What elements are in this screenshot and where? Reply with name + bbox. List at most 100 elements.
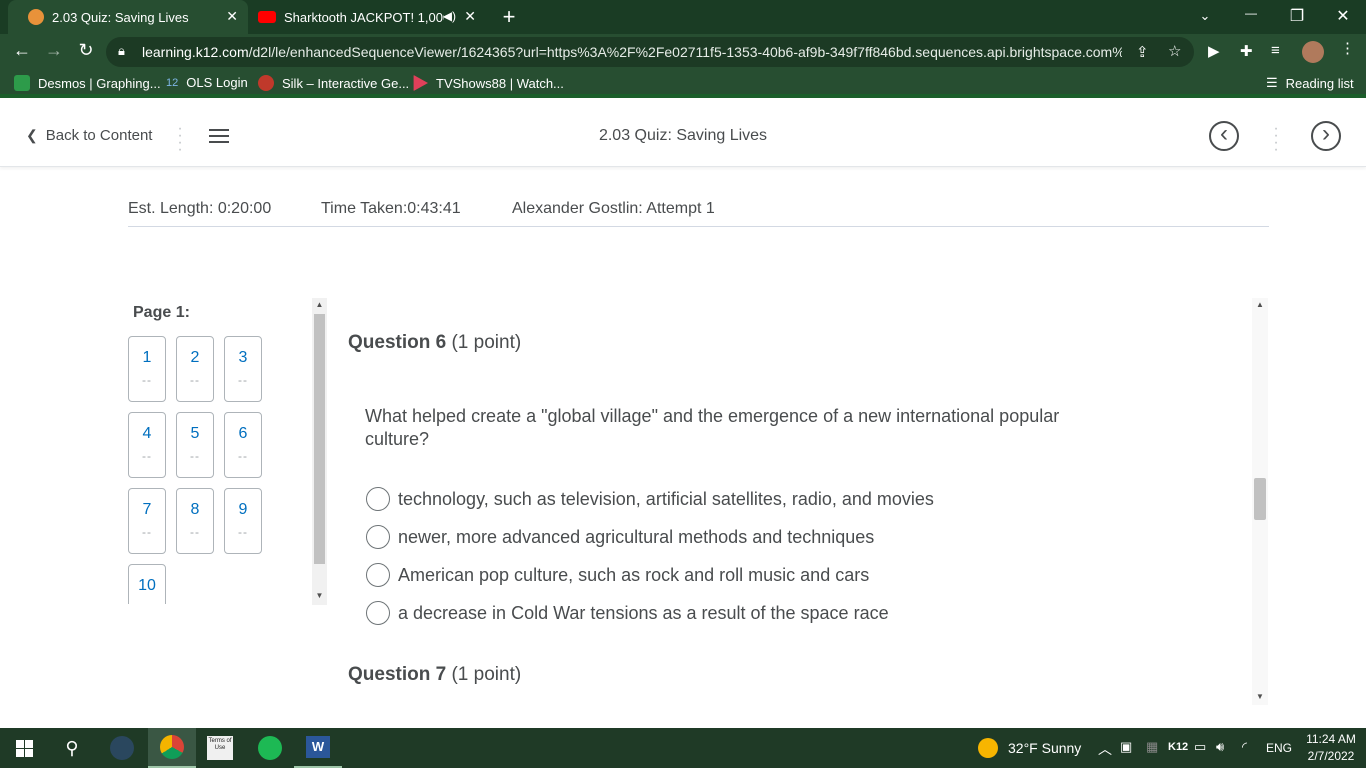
radio-button[interactable] xyxy=(366,525,390,549)
k12-icon: 12 xyxy=(166,76,179,89)
network-icon[interactable]: ▣ xyxy=(1120,739,1132,755)
question-number: 8 xyxy=(190,501,200,518)
reading-list-button[interactable]: ☰ Reading list xyxy=(1266,75,1354,91)
tab-close-icon[interactable]: ✕ xyxy=(464,8,476,25)
answer-option-2[interactable]: newer, more advanced agricultural method… xyxy=(366,524,874,550)
restore-button[interactable]: ❐ xyxy=(1282,6,1312,26)
terms-label: Terms of Use xyxy=(207,736,233,760)
question-status: -- xyxy=(129,601,165,604)
question-label: Question 6 xyxy=(348,332,447,353)
windows-taskbar: ⚲ Terms of Use W 32°F Sunny ︿ ▣ ▦ K12 ▭ … xyxy=(0,728,1366,768)
question-7-heading: Question 7 (1 point) xyxy=(348,664,521,686)
url-host: learning.k12.com xyxy=(142,44,249,60)
question-grid: 1 -- 2 -- 3 -- 4 -- 5 -- 6 -- 7 -- 8 -- 9 -- 10 -- xyxy=(128,336,268,604)
terms-of-use-icon[interactable]: Terms of Use xyxy=(196,728,244,768)
bookmark-tvshows88[interactable]: TVShows88 | Watch... xyxy=(412,75,564,91)
forward-arrow-icon[interactable]: → xyxy=(42,40,66,61)
previous-button[interactable]: ‹ xyxy=(1209,121,1239,151)
question-nav-6[interactable]: 6 -- xyxy=(224,412,262,478)
weather-text[interactable]: 32°F Sunny xyxy=(1008,740,1081,756)
battery-icon[interactable]: ▭ xyxy=(1194,739,1206,755)
show-hidden-icons-chevron-icon[interactable]: ︿ xyxy=(1098,739,1112,759)
media-control-icon[interactable]: ≡ xyxy=(1271,42,1280,59)
next-button[interactable]: › xyxy=(1311,121,1341,151)
question-nav-3[interactable]: 3 -- xyxy=(224,336,262,402)
scrollbar-thumb[interactable] xyxy=(314,314,325,564)
back-arrow-icon[interactable]: ← xyxy=(10,40,34,61)
question-scrollbar[interactable]: ▲ ▼ xyxy=(1252,298,1268,705)
chrome-menu-icon[interactable]: ⋮ xyxy=(1340,39,1355,57)
question-nav-2[interactable]: 2 -- xyxy=(176,336,214,402)
search-icon[interactable]: ⚲ xyxy=(48,728,96,768)
clock-time: 11:24 AM xyxy=(1306,732,1356,746)
word-icon[interactable]: W xyxy=(294,728,342,768)
bookmark-label: Silk – Interactive Ge... xyxy=(282,75,410,91)
audio-playing-icon[interactable]: ◀) xyxy=(443,9,456,23)
radio-button[interactable] xyxy=(366,601,390,625)
reading-list-label: Reading list xyxy=(1285,75,1354,91)
bookmark-ols-login[interactable]: 12 OLS Login xyxy=(166,75,248,90)
scroll-up-arrow-icon[interactable]: ▲ xyxy=(312,300,327,309)
est-length: Est. Length: 0:20:00 xyxy=(128,200,272,217)
spotify-icon[interactable] xyxy=(246,728,294,768)
question-nav-8[interactable]: 8 -- xyxy=(176,488,214,554)
question-status: -- xyxy=(142,525,152,539)
question-pane: Question 6 (1 point) What helped create … xyxy=(328,298,1268,705)
minimize-button[interactable]: — xyxy=(1236,6,1266,20)
k12-tray-icon[interactable]: K12 xyxy=(1168,741,1188,753)
question-number: 3 xyxy=(238,349,248,366)
radio-button[interactable] xyxy=(366,487,390,511)
tab-search-icon[interactable]: ⌄ xyxy=(1190,8,1220,24)
steam-icon[interactable] xyxy=(98,728,146,768)
question-nav-10[interactable]: 10 -- xyxy=(128,564,166,604)
question-6-text: What helped create a "global village" an… xyxy=(365,406,1060,449)
option-label: a decrease in Cold War tensions as a res… xyxy=(398,602,889,623)
answer-option-3[interactable]: American pop culture, such as rock and r… xyxy=(366,562,869,588)
wifi-icon[interactable]: ◜ xyxy=(1242,739,1247,755)
question-points: (1 point) xyxy=(451,332,522,353)
bookmark-silk[interactable]: Silk – Interactive Ge... xyxy=(258,75,409,91)
weather-sun-icon[interactable] xyxy=(978,738,998,758)
close-window-button[interactable]: ✕ xyxy=(1328,6,1358,26)
clock-date: 2/7/2022 xyxy=(1307,749,1355,763)
navigator-scrollbar[interactable]: ▲ ▼ xyxy=(312,298,327,605)
tab-close-icon[interactable]: ✕ xyxy=(226,8,238,25)
tab-youtube[interactable]: Sharktooth JACKPOT! 1,000 n ◀) ✕ xyxy=(250,0,486,34)
question-nav-7[interactable]: 7 -- xyxy=(128,488,166,554)
language-indicator[interactable]: ENG xyxy=(1266,741,1292,755)
scroll-down-arrow-icon[interactable]: ▼ xyxy=(1252,692,1268,701)
address-bar[interactable]: 🔒︎ learning.k12.com/d2l/le/enhancedSeque… xyxy=(106,37,1194,67)
bookmark-label: OLS Login xyxy=(186,75,248,90)
reload-icon[interactable]: ↻ xyxy=(74,40,98,61)
tray-app-icon[interactable]: ▦ xyxy=(1146,739,1158,755)
start-icon[interactable] xyxy=(0,728,48,768)
profile-avatar[interactable] xyxy=(1302,41,1324,63)
bookmark-desmos[interactable]: Desmos | Graphing... xyxy=(14,75,161,91)
answer-option-4[interactable]: a decrease in Cold War tensions as a res… xyxy=(366,600,889,626)
youtube-favicon-icon xyxy=(258,11,276,23)
question-nav-9[interactable]: 9 -- xyxy=(224,488,262,554)
question-6-heading: Question 6 (1 point) xyxy=(348,332,521,354)
extensions-puzzle-icon[interactable]: ✚ xyxy=(1240,42,1253,60)
extension-youtube-icon[interactable]: ▶ xyxy=(1208,42,1220,60)
new-tab-button[interactable]: + xyxy=(494,4,524,30)
question-nav-4[interactable]: 4 -- xyxy=(128,412,166,478)
scrollbar-thumb[interactable] xyxy=(1254,478,1266,520)
attempt-info: Alexander Gostlin: Attempt 1 xyxy=(512,200,715,217)
bookmark-star-icon[interactable]: ☆ xyxy=(1168,42,1181,60)
answer-option-1[interactable]: technology, such as television, artifici… xyxy=(366,486,934,512)
radio-button[interactable] xyxy=(366,563,390,587)
scroll-up-arrow-icon[interactable]: ▲ xyxy=(1252,300,1268,309)
volume-icon[interactable]: 🔊︎ xyxy=(1216,739,1224,755)
share-icon[interactable]: ⇪ xyxy=(1136,43,1149,61)
question-number: 9 xyxy=(238,501,248,518)
question-number: 7 xyxy=(142,501,152,518)
url-text: learning.k12.com/d2l/le/enhancedSequence… xyxy=(142,44,1122,60)
scroll-down-arrow-icon[interactable]: ▼ xyxy=(312,591,327,600)
option-label: American pop culture, such as rock and r… xyxy=(398,564,870,585)
question-nav-5[interactable]: 5 -- xyxy=(176,412,214,478)
question-nav-1[interactable]: 1 -- xyxy=(128,336,166,402)
taskbar-clock[interactable]: 11:24 AM 2/7/2022 xyxy=(1300,731,1362,765)
tab-quiz[interactable]: 2.03 Quiz: Saving Lives ✕ xyxy=(8,0,248,34)
chrome-icon[interactable] xyxy=(148,728,196,768)
